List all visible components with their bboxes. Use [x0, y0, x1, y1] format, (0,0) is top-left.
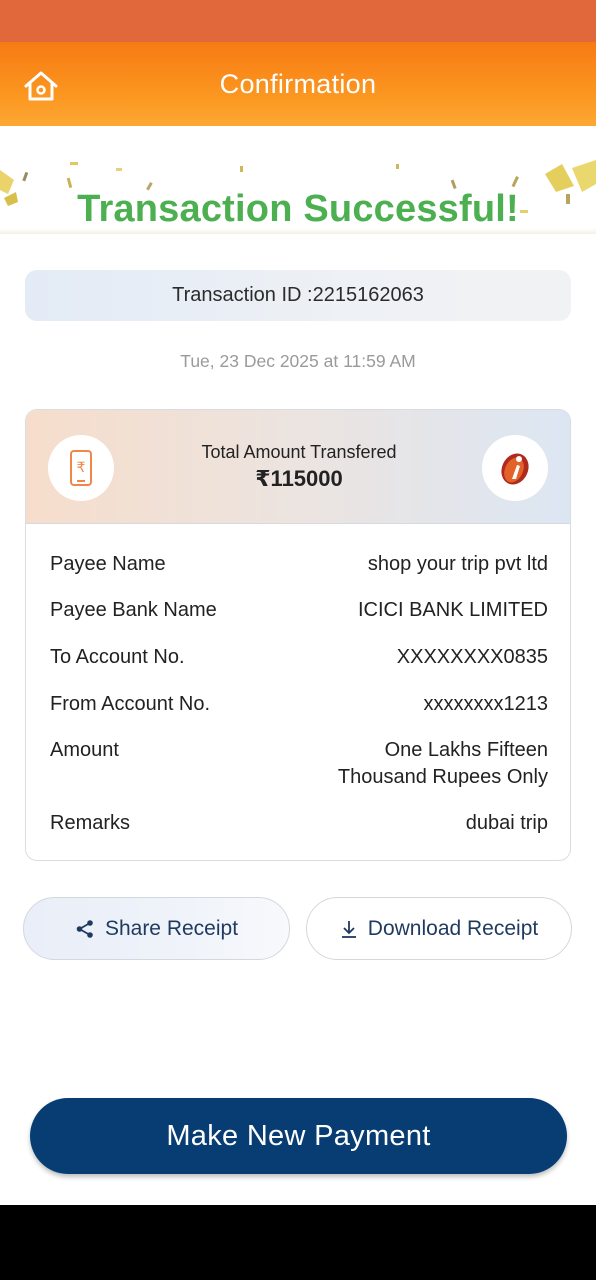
- transaction-datetime: Tue, 23 Dec 2025 at 11:59 AM: [180, 351, 416, 371]
- status-bar: [0, 0, 596, 42]
- detail-value: XXXXXXXX0835: [396, 646, 548, 668]
- detail-value: ICICI BANK LIMITED: [357, 599, 548, 621]
- detail-label: Payee Name: [50, 553, 166, 575]
- detail-label: Amount: [50, 739, 119, 761]
- download-icon: [341, 920, 356, 938]
- amount-card-header: ₹ Total Amount Transfered ₹115000: [26, 410, 570, 524]
- amount-card: ₹ Total Amount Transfered ₹115000 Payee …: [25, 409, 571, 861]
- detail-row-amount: Amount One Lakhs Fifteen Thousand Rupees…: [50, 737, 548, 791]
- make-new-payment-button[interactable]: Make New Payment: [30, 1098, 567, 1174]
- app-header: Confirmation: [0, 42, 596, 126]
- icici-bank-logo: [482, 435, 548, 501]
- detail-value: xxxxxxxx1213: [423, 693, 549, 715]
- make-new-payment-label: Make New Payment: [166, 1119, 431, 1152]
- download-receipt-button[interactable]: Download Receipt: [306, 897, 572, 960]
- home-icon: [24, 71, 58, 101]
- detail-row-from-account: From Account No. xxxxxxxx1213: [50, 691, 548, 718]
- detail-value: One Lakhs Fifteen Thousand Rupees Only: [338, 737, 548, 791]
- amount-words-line-2: Thousand Rupees Only: [337, 766, 548, 788]
- detail-row-to-account: To Account No. XXXXXXXX0835: [50, 644, 548, 671]
- home-button[interactable]: [20, 66, 62, 106]
- detail-value: dubai trip: [465, 812, 548, 834]
- detail-label: To Account No.: [50, 646, 185, 668]
- share-icon: [76, 919, 93, 938]
- system-navigation-bar: [0, 1205, 596, 1280]
- transaction-id: Transaction ID :2215162063: [172, 284, 424, 306]
- detail-row-payee-name: Payee Name shop your trip pvt ltd: [50, 551, 548, 578]
- detail-label: Payee Bank Name: [50, 599, 217, 621]
- detail-label: From Account No.: [50, 693, 211, 715]
- success-title: Transaction Successful!: [77, 188, 519, 230]
- detail-row-remarks: Remarks dubai trip: [50, 810, 548, 837]
- share-receipt-button[interactable]: Share Receipt: [23, 897, 290, 960]
- amount-words-line-1: One Lakhs Fifteen: [384, 739, 548, 761]
- download-receipt-label: Download Receipt: [367, 916, 539, 940]
- detail-value: shop your trip pvt ltd: [367, 553, 548, 575]
- detail-row-payee-bank: Payee Bank Name ICICI BANK LIMITED: [50, 597, 548, 624]
- share-receipt-label: Share Receipt: [104, 916, 239, 940]
- page-title: Confirmation: [219, 68, 377, 99]
- detail-label: Remarks: [50, 812, 131, 834]
- transaction-id-box: Transaction ID :2215162063: [25, 270, 571, 321]
